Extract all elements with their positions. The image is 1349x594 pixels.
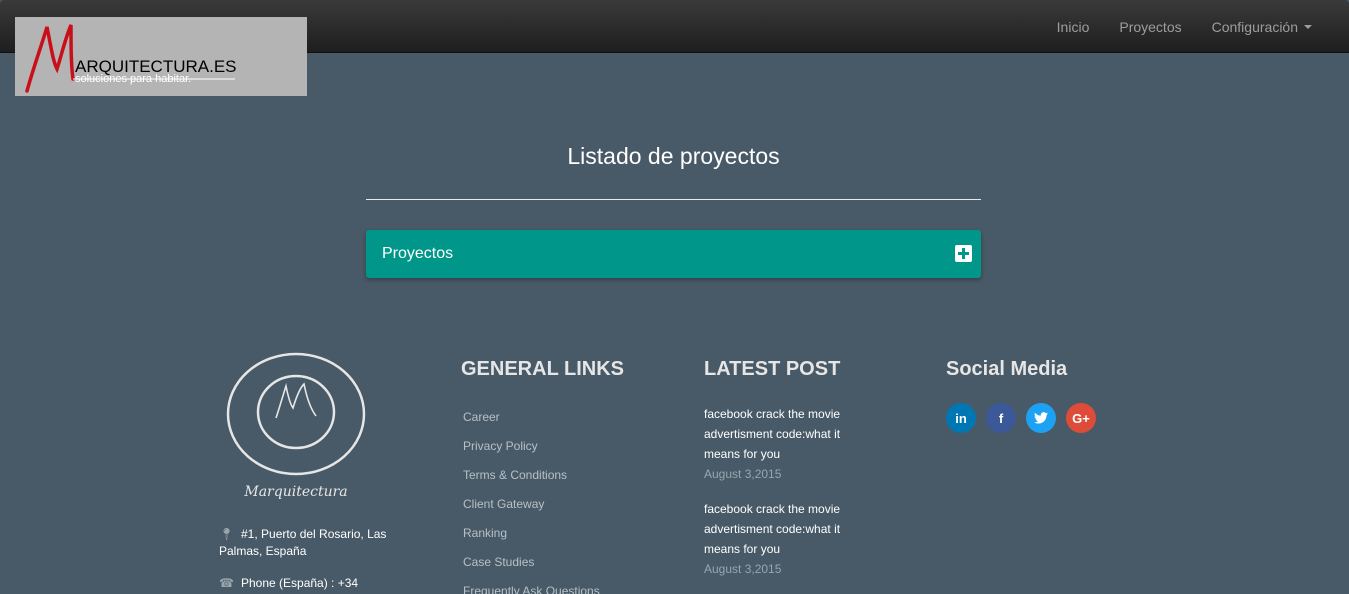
post-item: facebook crack the movie advertisment co…	[704, 499, 864, 579]
facebook-icon[interactable]: f	[986, 403, 1016, 433]
footer-link-case-studies[interactable]: Case Studies	[463, 555, 600, 584]
emblem-caption: Marquitectura	[244, 484, 348, 500]
linkedin-glyph: in	[955, 410, 967, 426]
nav-configuracion-dropdown[interactable]: Configuración	[1197, 19, 1327, 35]
brand-logo[interactable]: ARQUITECTURA.ES soluciones para habitar.	[15, 17, 307, 96]
latest-post-heading: LATEST POST	[704, 358, 841, 380]
twitter-icon[interactable]	[1026, 403, 1056, 433]
facebook-glyph: f	[998, 410, 1004, 426]
social-icons: in f G+	[946, 403, 1106, 433]
caret-down-icon	[1304, 24, 1312, 29]
nav-inicio[interactable]: Inicio	[1042, 19, 1105, 35]
post-date: August 3,2015	[704, 562, 782, 576]
general-links-heading: GENERAL LINKS	[461, 358, 624, 380]
nav-configuracion-label: Configuración	[1211, 18, 1298, 35]
contact-address: 📍︎ #1, Puerto del Rosario, Las Palmas, Es…	[219, 526, 409, 560]
post-date: August 3,2015	[704, 467, 782, 481]
footer-link-ranking[interactable]: Ranking	[463, 526, 600, 555]
panel-title: Proyectos	[382, 245, 454, 262]
contact-phone: ☎ Phone (España) : +34	[219, 575, 409, 592]
footer-link-terms[interactable]: Terms & Conditions	[463, 468, 600, 497]
address-text: #1, Puerto del Rosario, Las Palmas, Espa…	[219, 527, 387, 558]
twitter-bird-shape	[1034, 412, 1048, 424]
footer-link-privacy[interactable]: Privacy Policy	[463, 439, 600, 468]
linkedin-icon[interactable]: in	[946, 403, 976, 433]
map-pin-icon: 📍︎	[219, 527, 235, 541]
post-title-link[interactable]: facebook crack the movie advertisment co…	[704, 499, 864, 559]
post-title-link[interactable]: facebook crack the movie advertisment co…	[704, 404, 864, 464]
footer-emblem-logo	[226, 352, 366, 476]
title-divider	[366, 199, 981, 200]
footer-link-client-gateway[interactable]: Client Gateway	[463, 497, 600, 526]
nav-proyectos-label: Proyectos	[1119, 18, 1182, 35]
footer-link-faq[interactable]: Frequently Ask Questions	[463, 584, 600, 594]
general-links-list: Career Privacy Policy Terms & Conditions…	[463, 410, 600, 594]
projects-panel-header[interactable]: Proyectos	[366, 230, 981, 278]
plus-square-icon[interactable]	[955, 245, 972, 262]
nav-proyectos[interactable]: Proyectos	[1104, 19, 1196, 35]
nav-links: Inicio Proyectos Configuración	[1042, 0, 1327, 53]
nav-inicio-label: Inicio	[1056, 18, 1090, 35]
google-plus-icon[interactable]: G+	[1066, 403, 1096, 433]
phone-text: Phone (España) : +34	[241, 576, 359, 590]
google-plus-glyph: G+	[1072, 410, 1090, 426]
post-item: facebook crack the movie advertisment co…	[704, 404, 864, 484]
social-media-heading: Social Media	[946, 358, 1068, 380]
footer-link-career[interactable]: Career	[463, 410, 600, 439]
logo-subtitle: soluciones para habitar.	[75, 73, 192, 85]
phone-icon: ☎	[219, 576, 234, 590]
page-title: Listado de proyectos	[567, 143, 780, 169]
